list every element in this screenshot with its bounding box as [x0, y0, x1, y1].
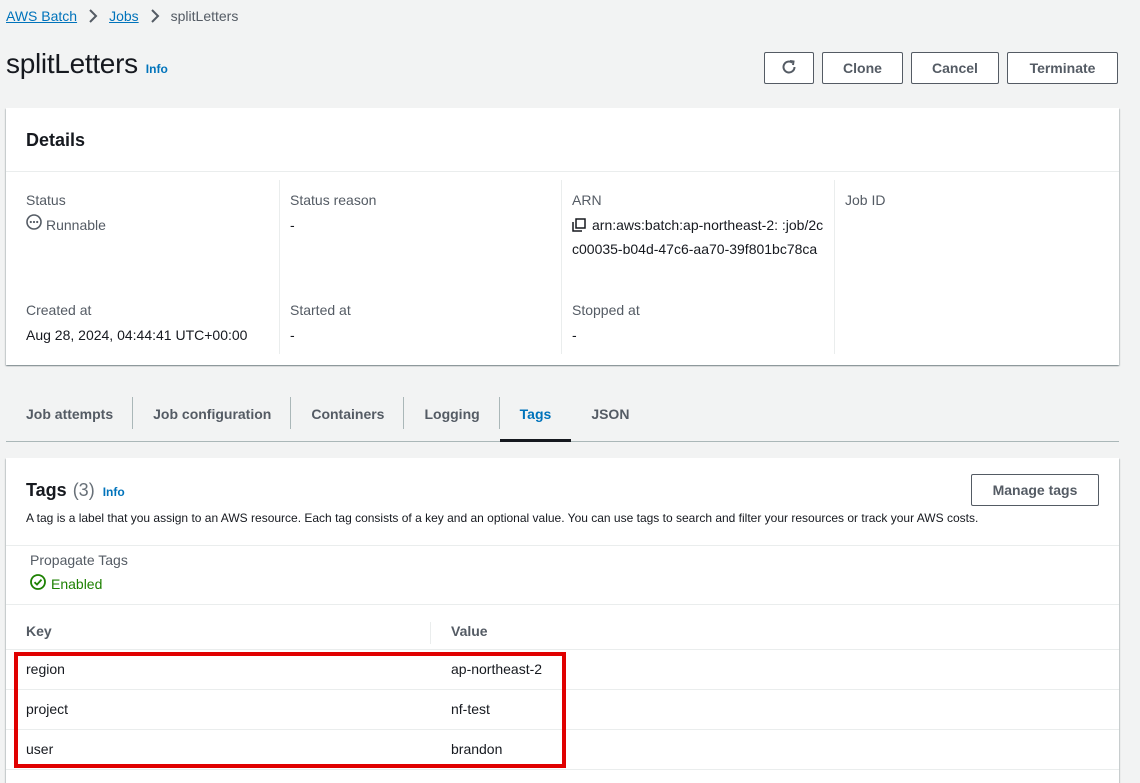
status-text: Runnable [46, 217, 106, 233]
status-label: Status [26, 192, 66, 208]
manage-tags-button[interactable]: Manage tags [971, 474, 1099, 506]
tags-info-link[interactable]: Info [103, 485, 125, 499]
table-row: user brandon [6, 730, 1119, 770]
tab-label: Containers [311, 406, 385, 422]
cancel-button[interactable]: Cancel [911, 52, 999, 84]
tab-tags[interactable]: Tags [499, 393, 572, 442]
status-reason-field: Status reason - [290, 190, 542, 236]
refresh-button[interactable] [764, 52, 814, 84]
tab-list: Job attempts Job configuration Container… [6, 393, 1119, 442]
tab-containers[interactable]: Containers [291, 393, 405, 435]
check-circle-icon [30, 574, 51, 593]
created-field: Created at Aug 28, 2024, 04:44:41 UTC+00… [26, 300, 269, 346]
created-label: Created at [26, 302, 92, 318]
propagate-tags-status: Enabled [30, 574, 1095, 593]
tab-job-configuration[interactable]: Job configuration [133, 393, 292, 435]
tab-label: Job configuration [153, 406, 272, 422]
copy-icon[interactable] [572, 216, 586, 238]
header-info-link[interactable]: Info [146, 62, 168, 76]
details-header: Details [6, 108, 1119, 172]
tags-header: Tags (3) Info A tag is a label that you … [6, 458, 1119, 546]
stopped-value: - [572, 327, 577, 343]
tab-logging[interactable]: Logging [404, 393, 500, 435]
column-header-value: Value [451, 623, 488, 639]
job-id-field: Job ID [845, 190, 1097, 210]
details-title: Details [26, 130, 86, 150]
clone-button[interactable]: Clone [822, 52, 903, 84]
details-column-1: Status Runnable Created at Aug 28, 2024,… [6, 180, 279, 354]
breadcrumb: AWS Batch Jobs splitLetters [6, 8, 238, 24]
breadcrumb-aws-batch-link[interactable]: AWS Batch [6, 8, 77, 24]
started-value: - [290, 327, 295, 343]
started-label: Started at [290, 302, 351, 318]
page-title: splitLetters [6, 48, 138, 79]
status-reason-label: Status reason [290, 192, 377, 208]
propagate-tags-section: Propagate Tags Enabled [6, 546, 1119, 605]
table-row: project nf-test [6, 690, 1119, 730]
status-reason-value: - [290, 217, 295, 233]
arn-label: ARN [572, 192, 602, 208]
terminate-button[interactable]: Terminate [1007, 52, 1118, 84]
job-id-label: Job ID [845, 192, 886, 208]
status-field: Status Runnable [26, 190, 269, 236]
tags-title: Tags [26, 480, 67, 500]
tags-title-row: Tags (3) Info [26, 480, 1099, 501]
stopped-field: Stopped at - [572, 300, 824, 346]
table-row: region ap-northeast-2 [6, 650, 1119, 690]
tab-job-attempts[interactable]: Job attempts [6, 393, 134, 435]
breadcrumb-jobs-link[interactable]: Jobs [109, 8, 139, 24]
tags-description: A tag is a label that you assign to an A… [26, 511, 979, 525]
arn-value-row: arn:aws:batch:ap-northeast-2: :job/2cc00… [572, 214, 824, 260]
tags-count: (3) [72, 480, 95, 500]
started-field: Started at - [290, 300, 542, 346]
tag-value: nf-test [451, 701, 490, 717]
tags-card: Tags (3) Info A tag is a label that you … [6, 458, 1119, 783]
refresh-icon [780, 58, 798, 79]
tab-json[interactable]: JSON [571, 393, 649, 435]
status-value: Runnable [26, 214, 269, 236]
details-column-3: ARN arn:aws:batch:ap-northeast-2: :job/2… [561, 180, 834, 354]
column-divider [430, 622, 431, 644]
tab-label: Logging [424, 406, 480, 422]
created-value: Aug 28, 2024, 04:44:41 UTC+00:00 [26, 327, 248, 343]
propagate-tags-value: Enabled [51, 575, 103, 592]
tab-label: JSON [591, 406, 630, 422]
chevron-right-icon [150, 9, 160, 23]
details-column-4: Job ID [834, 180, 1107, 354]
details-column-2: Status reason - Started at - [279, 180, 552, 354]
page-header: splitLetters Info [6, 48, 168, 80]
arn-field: ARN arn:aws:batch:ap-northeast-2: :job/2… [572, 190, 824, 260]
column-header-key: Key [26, 623, 52, 639]
tag-key: region [26, 661, 65, 677]
tag-key: project [26, 701, 69, 717]
chevron-right-icon [88, 9, 98, 23]
details-grid: Status Runnable Created at Aug 28, 2024,… [6, 172, 1119, 364]
tag-key: user [26, 741, 54, 757]
tab-label: Tags [519, 406, 552, 422]
pending-status-icon [26, 214, 46, 236]
stopped-label: Stopped at [572, 302, 640, 318]
details-card: Details Status Runnable Created at Aug 2… [6, 108, 1119, 365]
tag-value: ap-northeast-2 [451, 661, 543, 677]
tag-value: brandon [451, 741, 503, 757]
tab-label: Job attempts [26, 406, 114, 422]
tags-table-header: Key Value [6, 605, 1119, 650]
propagate-tags-label: Propagate Tags [30, 552, 128, 568]
breadcrumb-current: splitLetters [170, 8, 239, 24]
arn-value: arn:aws:batch:ap-northeast-2: :job/2cc00… [572, 217, 824, 257]
header-actions: Clone Cancel Terminate [764, 52, 1118, 84]
